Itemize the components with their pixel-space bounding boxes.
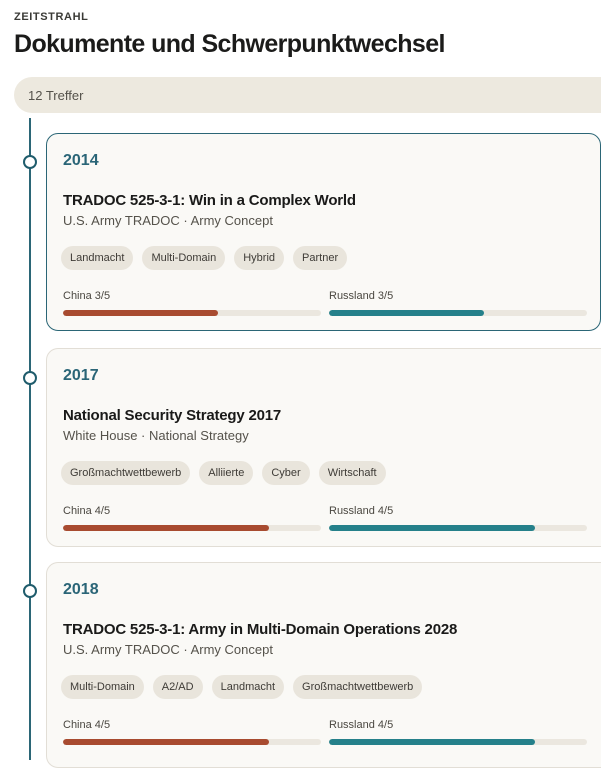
timeline-node bbox=[23, 155, 37, 169]
card-subtitle: White House · National Strategy bbox=[63, 428, 249, 443]
tag-chip[interactable]: Partner bbox=[293, 246, 348, 270]
china-score-label: China 4/5 bbox=[63, 505, 111, 517]
timeline-card[interactable]: 2018 TRADOC 525-3-1: Army in Multi-Domai… bbox=[46, 562, 601, 768]
tag-chip[interactable]: Alliierte bbox=[199, 461, 254, 485]
tag-chip[interactable]: Cyber bbox=[262, 461, 310, 485]
tag-chip[interactable]: Hybrid bbox=[234, 246, 285, 270]
china-score-fill bbox=[63, 525, 270, 531]
russia-score-label: Russland 4/5 bbox=[329, 505, 394, 517]
card-year: 2017 bbox=[63, 367, 99, 384]
card-year: 2018 bbox=[63, 581, 99, 598]
card-year: 2014 bbox=[63, 152, 99, 169]
tag-chip[interactable]: Landmacht bbox=[211, 675, 285, 699]
timeline-card[interactable]: 2017 National Security Strategy 2017 Whi… bbox=[46, 348, 601, 547]
tag-list: Multi-Domain A2/AD Landmacht Großmachtwe… bbox=[61, 675, 423, 699]
tag-list: Großmachtwettbewerb Alliierte Cyber Wirt… bbox=[61, 461, 386, 485]
timeline-node bbox=[23, 584, 37, 598]
card-title: National Security Strategy 2017 bbox=[63, 407, 282, 424]
timeline-card[interactable]: 2014 TRADOC 525-3-1: Win in a Complex Wo… bbox=[46, 133, 601, 331]
russia-score-fill bbox=[329, 525, 536, 531]
russia-score-track bbox=[329, 310, 587, 316]
filter-bar[interactable]: 12 Treffer bbox=[14, 77, 601, 113]
card-subtitle: U.S. Army TRADOC · Army Concept bbox=[63, 213, 273, 228]
tag-chip[interactable]: Großmachtwettbewerb bbox=[61, 461, 191, 485]
china-score-track bbox=[63, 739, 321, 745]
russia-score-label: Russland 3/5 bbox=[329, 290, 394, 302]
timeline-node bbox=[23, 371, 37, 385]
card-subtitle: U.S. Army TRADOC · Army Concept bbox=[63, 642, 273, 657]
russia-score-track bbox=[329, 739, 587, 745]
result-count: 12 Treffer bbox=[28, 87, 84, 103]
tag-list: Landmacht Multi-Domain Hybrid Partner bbox=[61, 246, 348, 270]
page-title: Dokumente und Schwerpunktwechsel bbox=[14, 30, 445, 58]
tag-chip[interactable]: Landmacht bbox=[61, 246, 134, 270]
china-score-label: China 3/5 bbox=[63, 290, 111, 302]
timeline-line bbox=[29, 118, 31, 760]
card-title: TRADOC 525-3-1: Army in Multi-Domain Ope… bbox=[63, 621, 458, 638]
russia-score-label: Russland 4/5 bbox=[329, 719, 394, 731]
tag-chip[interactable]: Großmachtwettbewerb bbox=[293, 675, 423, 699]
russia-score-track bbox=[329, 525, 587, 531]
china-score-track bbox=[63, 525, 321, 531]
tag-chip[interactable]: A2/AD bbox=[152, 675, 203, 699]
china-score-fill bbox=[63, 739, 270, 745]
tag-chip[interactable]: Multi-Domain bbox=[61, 675, 144, 699]
page-eyebrow: ZEITSTRAHL bbox=[14, 11, 89, 23]
card-title: TRADOC 525-3-1: Win in a Complex World bbox=[63, 192, 356, 209]
russia-score-fill bbox=[329, 310, 484, 316]
tag-chip[interactable]: Multi-Domain bbox=[142, 246, 226, 270]
tag-chip[interactable]: Wirtschaft bbox=[318, 461, 386, 485]
china-score-fill bbox=[63, 310, 218, 316]
china-score-track bbox=[63, 310, 321, 316]
russia-score-fill bbox=[329, 739, 536, 745]
china-score-label: China 4/5 bbox=[63, 719, 111, 731]
